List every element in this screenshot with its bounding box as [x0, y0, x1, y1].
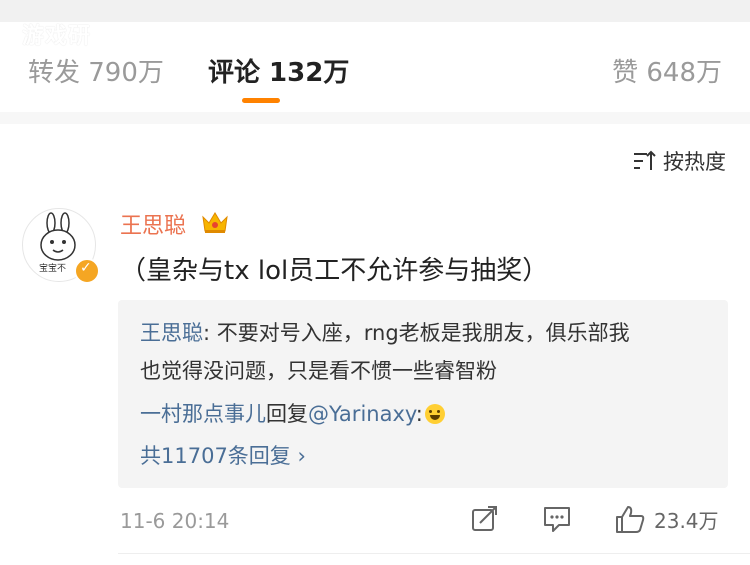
sort-label: 按热度: [663, 150, 726, 174]
like-count: 23.4万: [654, 508, 719, 533]
sort-by-hot-button[interactable]: 按热度: [633, 146, 726, 176]
bottom-divider: [118, 553, 750, 554]
comment-username[interactable]: 王思聪: [120, 208, 186, 240]
thumbs-up-icon: [616, 506, 645, 533]
laugh-cry-emoji-icon: [424, 404, 445, 424]
comment-text: （皇杂与tx lol员工不允许参与抽奖）: [120, 256, 549, 286]
crown-icon: [202, 212, 228, 233]
share-button[interactable]: [470, 504, 500, 538]
tab-bar: 转发 790万 评论 132万 赞 648万: [0, 40, 750, 100]
tab-likes[interactable]: 赞 648万: [612, 52, 722, 89]
verified-badge-icon: [74, 258, 100, 284]
tab-repost[interactable]: 转发 790万: [28, 52, 164, 89]
tab-comments[interactable]: 评论 132万: [208, 52, 349, 89]
avatar-caption: 宝宝不: [39, 264, 67, 274]
comment-button[interactable]: [542, 504, 572, 538]
reply-first-line: 王思聪: 不要对号入座，rng老板是我朋友，俱乐部我: [140, 317, 630, 347]
sub-reply-verb: 回复: [266, 402, 308, 426]
sub-reply-user[interactable]: 一村那点事儿: [140, 402, 266, 426]
reply-text-part2: 也觉得没问题，只是看不惯一些睿智粉: [140, 359, 497, 383]
section-divider: [0, 112, 750, 124]
active-tab-indicator: [242, 98, 280, 103]
sub-reply-mention[interactable]: @Yarinaxy: [308, 402, 416, 426]
comment-icon: [544, 507, 570, 532]
sub-reply-line: 一村那点事儿回复@Yarinaxy:: [140, 398, 445, 428]
sort-icon: [634, 150, 656, 170]
reply-author[interactable]: 王思聪: [140, 321, 203, 345]
sub-reply-colon: :: [415, 402, 423, 426]
comment-timestamp: 11-6 20:14: [120, 509, 230, 533]
share-icon: [472, 506, 497, 531]
reply-text-part1: : 不要对号入座，rng老板是我朋友，俱乐部我: [203, 321, 630, 345]
top-strip: [0, 0, 750, 22]
like-button[interactable]: 23.4万: [614, 504, 719, 534]
reply-box[interactable]: 王思聪: 不要对号入座，rng老板是我朋友，俱乐部我 也觉得没问题，只是看不惯一…: [118, 300, 728, 488]
view-all-replies-link[interactable]: 共11707条回复 ›: [140, 440, 306, 470]
